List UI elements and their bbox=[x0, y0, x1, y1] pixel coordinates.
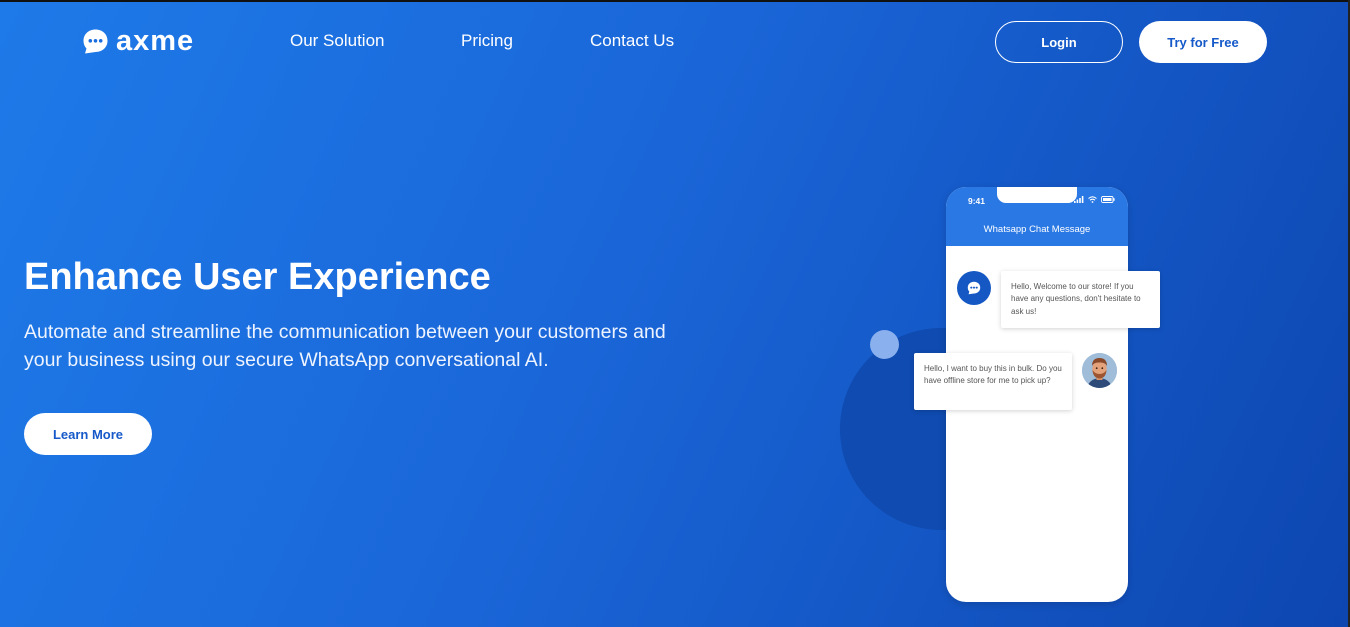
battery-icon bbox=[1101, 196, 1115, 203]
decorative-dot bbox=[870, 330, 899, 359]
login-button[interactable]: Login bbox=[995, 21, 1123, 63]
user-avatar bbox=[1082, 353, 1117, 388]
chat-bubble-icon bbox=[967, 281, 981, 295]
phone-time: 9:41 bbox=[968, 196, 986, 206]
chat-message-bot: Hello, Welcome to our store! If you have… bbox=[1001, 271, 1160, 328]
nav-contact-us[interactable]: Contact Us bbox=[590, 31, 674, 51]
learn-more-button[interactable]: Learn More bbox=[24, 413, 152, 455]
chat-title: Whatsapp Chat Message bbox=[983, 224, 1091, 235]
hero-subtitle: Automate and streamline the communicatio… bbox=[24, 321, 666, 371]
try-for-free-button[interactable]: Try for Free bbox=[1139, 21, 1267, 63]
chat-message-user: Hello, I want to buy this in bulk. Do yo… bbox=[914, 353, 1072, 410]
signal-icon bbox=[1074, 196, 1084, 203]
phone-notch bbox=[997, 187, 1077, 203]
phone-header: 9:41 Whatsapp Chat Message bbox=[946, 187, 1128, 246]
top-border bbox=[0, 0, 1350, 2]
nav-our-solution[interactable]: Our Solution bbox=[290, 31, 385, 51]
brand-name: axme bbox=[116, 25, 195, 57]
wifi-icon bbox=[1088, 196, 1097, 203]
chat-bubble-icon bbox=[82, 28, 109, 55]
bot-avatar bbox=[957, 271, 991, 305]
hero-title: Enhance User Experience bbox=[24, 256, 491, 298]
status-icons bbox=[1074, 196, 1115, 203]
brand-logo[interactable]: axme bbox=[82, 25, 195, 57]
nav-pricing[interactable]: Pricing bbox=[461, 31, 513, 51]
